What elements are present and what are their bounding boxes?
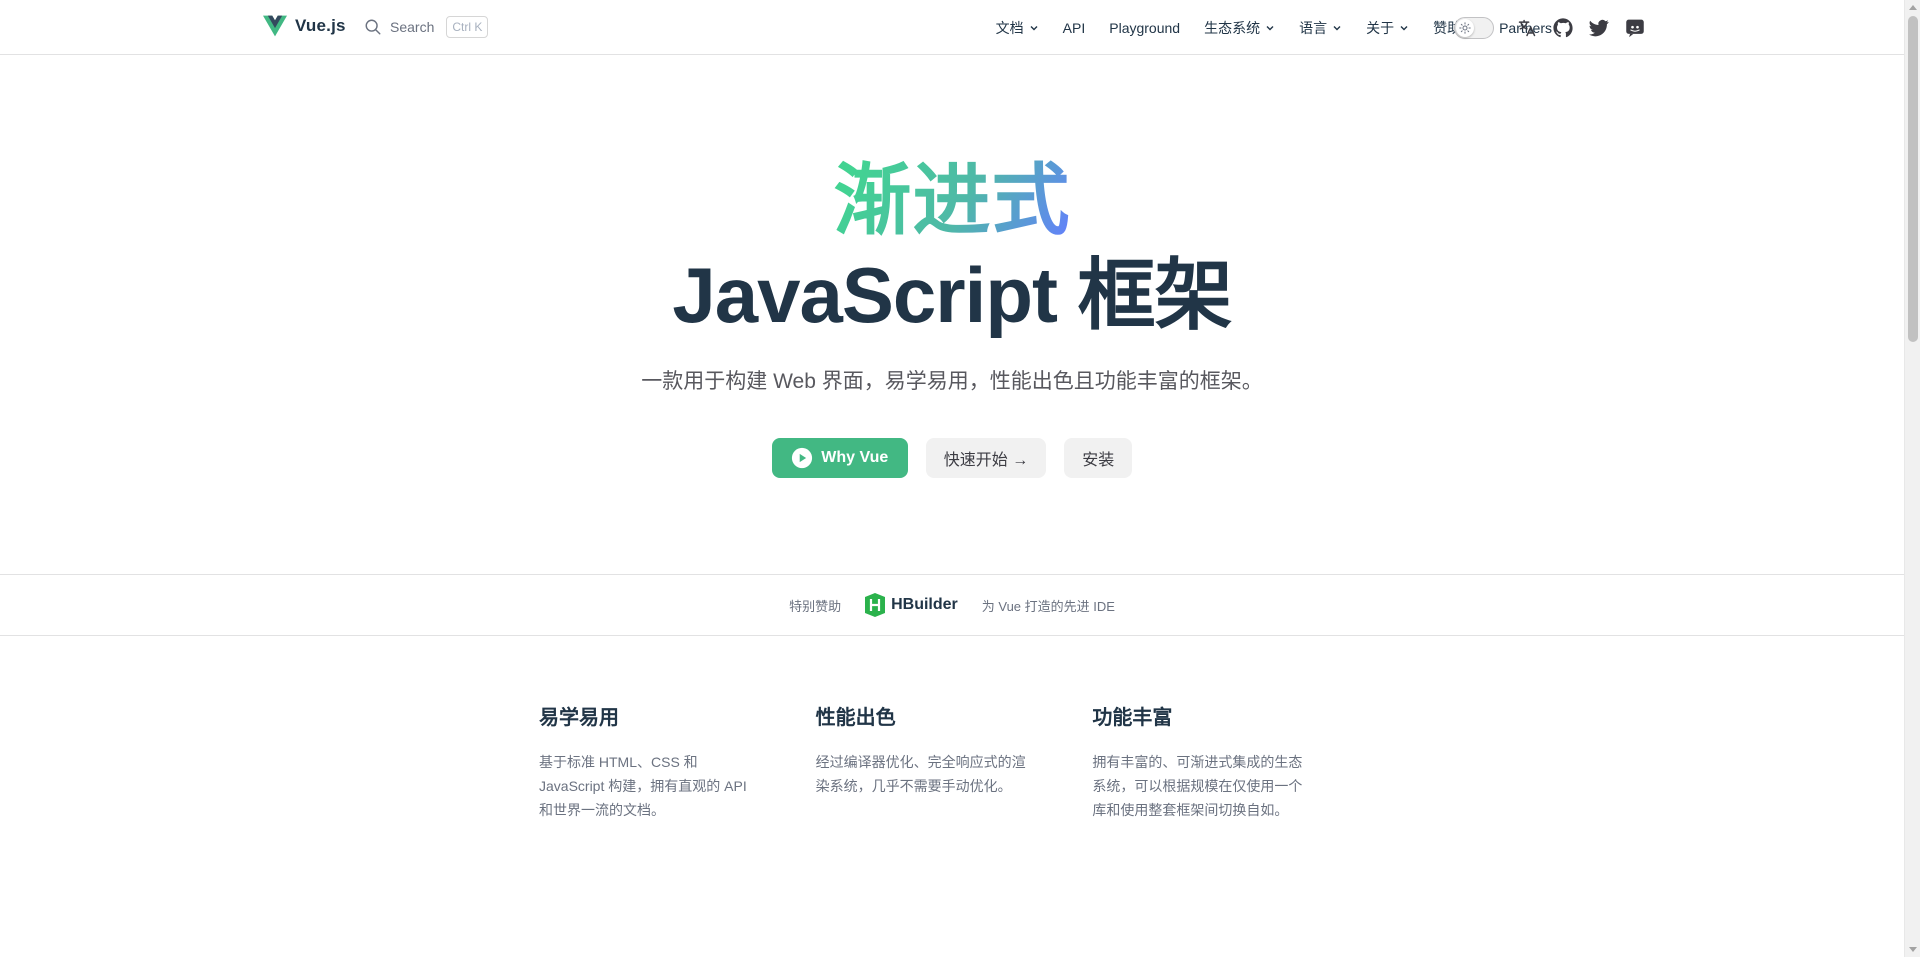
twitter-icon: [1589, 19, 1609, 36]
play-icon: [792, 447, 813, 469]
hero-title-gradient: 渐进式: [0, 150, 1904, 250]
get-started-button[interactable]: 快速开始 →: [925, 438, 1047, 478]
discord-icon: [1626, 19, 1644, 37]
hbuilder-logo-icon: [865, 593, 886, 617]
why-vue-label: Why Vue: [821, 449, 889, 466]
why-vue-button[interactable]: Why Vue: [771, 438, 908, 478]
github-link[interactable]: [1552, 17, 1574, 39]
sun-icon: [1459, 21, 1471, 34]
nav-item-ecosystem[interactable]: 生态系统: [1192, 0, 1287, 55]
nav-item-docs[interactable]: 文档: [984, 0, 1051, 55]
hero-actions: Why Vue 快速开始 → 安装: [0, 438, 1904, 478]
translate-icon: [1518, 19, 1536, 36]
brand-name: Vue.js: [295, 16, 346, 35]
scroll-down-arrow-icon[interactable]: [1909, 947, 1917, 952]
translate-button[interactable]: [1516, 17, 1538, 39]
chevron-down-icon: [1400, 25, 1408, 30]
sponsor-tagline: 为 Vue 打造的先进 IDE: [981, 598, 1115, 614]
nav-item-label: 生态系统: [1204, 19, 1261, 36]
nav-item-playground[interactable]: Playground: [1097, 0, 1192, 55]
search-button[interactable]: Search Ctrl K: [364, 16, 489, 38]
chevron-down-icon: [1030, 25, 1038, 30]
scroll-up-arrow-icon[interactable]: [1909, 5, 1917, 10]
github-icon: [1553, 17, 1573, 37]
feature-card: 性能出色 经过编译器优化、完全响应式的渲染系统，几乎不需要手动优化。: [816, 700, 1093, 822]
feature-text: 基于标准 HTML、CSS 和 JavaScript 构建，拥有直观的 API …: [539, 754, 747, 818]
features-section: 易学易用 基于标准 HTML、CSS 和 JavaScript 构建，拥有直观的…: [539, 700, 1369, 822]
theme-toggle[interactable]: [1454, 16, 1494, 39]
hero-description: 一款用于构建 Web 界面，易学易用，性能出色且功能丰富的框架。: [641, 370, 1263, 393]
top-navbar: Vue.js Search Ctrl K 文档 API Playground 生…: [0, 0, 1904, 55]
nav-item-label: 文档: [995, 19, 1024, 36]
feature-text: 经过编译器优化、完全响应式的渲染系统，几乎不需要手动优化。: [815, 754, 1026, 794]
vue-logo-icon: [263, 15, 287, 37]
search-icon: [365, 19, 381, 35]
chevron-down-icon: [1266, 25, 1274, 30]
twitter-link[interactable]: [1588, 17, 1610, 39]
nav-item-api[interactable]: API: [1051, 0, 1098, 55]
hero-title-gradient-text: 渐进式: [833, 156, 1071, 244]
nav-item-label: 语言: [1299, 19, 1328, 36]
feature-card: 易学易用 基于标准 HTML、CSS 和 JavaScript 构建，拥有直观的…: [539, 700, 816, 822]
feature-card: 功能丰富 拥有丰富的、可渐进式集成的生态系统，可以根据规模在仅使用一个库和使用整…: [1092, 700, 1369, 822]
scroll-thumb[interactable]: [1908, 16, 1918, 342]
navbar-tools: [1454, 0, 1660, 55]
special-sponsor-bar: 特别赞助 HBuilder 为 Vue 打造的先进 IDE: [0, 574, 1904, 636]
feature-title: 功能丰富: [1092, 707, 1173, 729]
nav-item-language[interactable]: 语言: [1287, 0, 1354, 55]
nav-item-about[interactable]: 关于: [1354, 0, 1421, 55]
sponsor-name: HBuilder: [891, 596, 958, 613]
feature-title: 易学易用: [539, 707, 619, 729]
feature-title: 性能出色: [815, 707, 896, 729]
chevron-down-icon: [1333, 25, 1341, 30]
nav-item-label: Playground: [1109, 19, 1181, 36]
nav-item-label: 关于: [1366, 19, 1395, 36]
brand-home-link[interactable]: Vue.js: [263, 14, 346, 38]
page-scrollbar[interactable]: [1904, 0, 1920, 957]
discord-link[interactable]: [1624, 17, 1646, 39]
feature-text: 拥有丰富的、可渐进式集成的生态系统，可以根据规模在仅使用一个库和使用整套框架间切…: [1092, 754, 1303, 818]
search-shortcut: Ctrl K: [446, 16, 489, 38]
theme-toggle-knob: [1456, 18, 1474, 37]
sponsor-link[interactable]: HBuilder: [865, 593, 958, 617]
install-button[interactable]: 安装: [1064, 438, 1133, 478]
search-label: Search: [390, 19, 435, 35]
hero-title-main: JavaScript 框架: [672, 251, 1232, 339]
nav-item-label: API: [1062, 19, 1086, 36]
sponsor-label: 特别赞助: [789, 598, 842, 614]
